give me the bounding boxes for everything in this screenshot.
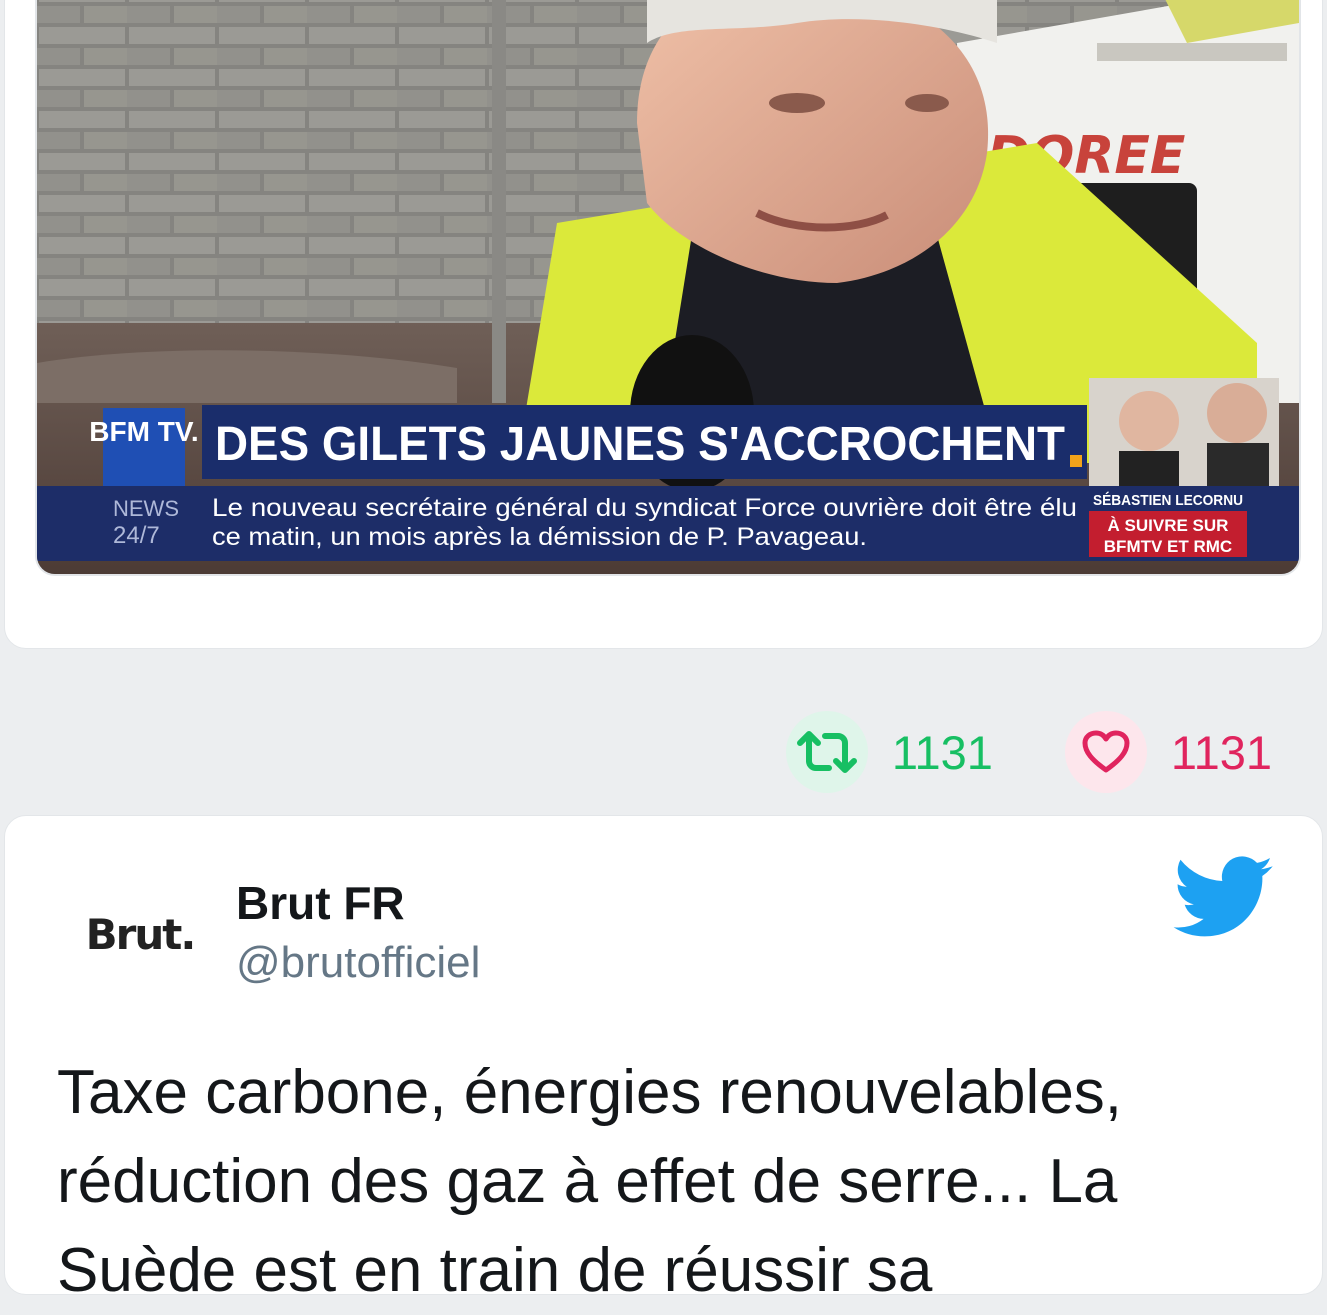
news-label: NEWS	[113, 496, 179, 521]
ticker-line-1: Le nouveau secrétaire général du syndica…	[212, 494, 1077, 522]
twitter-bird-icon[interactable]	[1173, 856, 1275, 945]
display-name[interactable]: Brut FR	[236, 876, 405, 930]
embedded-video-thumbnail[interactable]: DOREE BFM TV. DES GILETS JAUNES S'ACCROC…	[35, 0, 1301, 576]
retweet-icon	[785, 711, 868, 793]
retweet-count: 1131	[891, 725, 993, 779]
user-handle[interactable]: @brutofficiel	[236, 938, 480, 988]
like-count: 1131	[1170, 725, 1272, 779]
bfm-logo: BFM TV.	[89, 416, 198, 447]
heart-icon	[1064, 711, 1147, 793]
tweet-actions: 1131 1131	[785, 708, 1272, 796]
tweet-text: Taxe carbone, énergies renouvelables, ré…	[57, 1058, 1123, 1305]
video-frame: DOREE BFM TV. DES GILETS JAUNES S'ACCROC…	[37, 0, 1299, 574]
news-247-label: 24/7	[113, 522, 160, 549]
previous-tweet-card: DOREE BFM TV. DES GILETS JAUNES S'ACCROC…	[4, 0, 1323, 649]
guest-name: SÉBASTIEN LECORNU	[1093, 492, 1243, 509]
video-headline: DES GILETS JAUNES S'ACCROCHENT	[215, 418, 1065, 471]
avatar[interactable]: Brut.	[65, 874, 215, 994]
like-button[interactable]: 1131	[1064, 711, 1272, 793]
promo-line-2: BFMTV ET RMC	[1104, 537, 1232, 556]
ticker-line-2: ce matin, un mois après la démission de …	[212, 523, 867, 551]
tweet-card: Brut. Brut FR @brutofficiel Taxe carbone…	[4, 815, 1323, 1305]
promo-line-1: À SUIVRE SUR	[1108, 516, 1229, 535]
retweet-button[interactable]: 1131	[785, 711, 993, 793]
